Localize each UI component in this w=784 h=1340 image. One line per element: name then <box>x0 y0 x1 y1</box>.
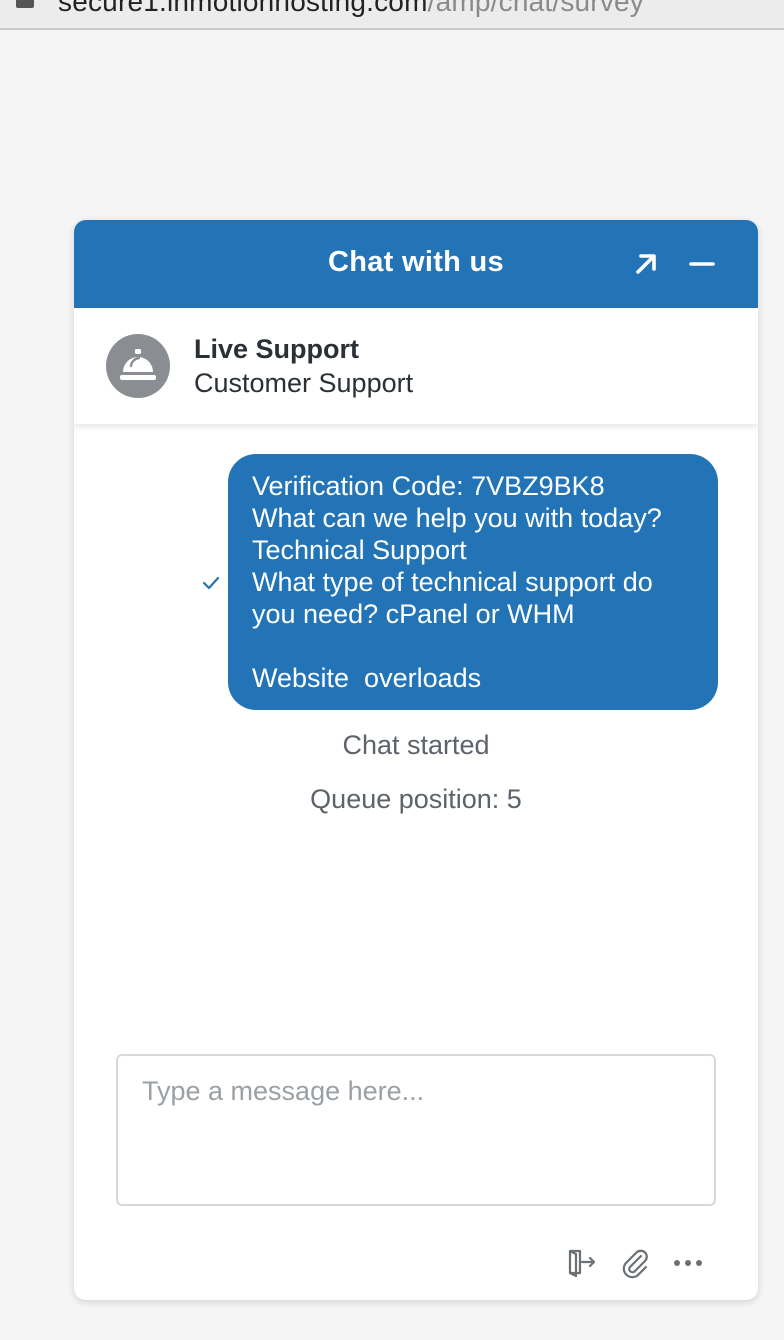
message-line: Technical Support <box>252 535 467 565</box>
url-domain: secure1.inmotionhosting.com <box>58 0 428 17</box>
popout-button[interactable] <box>630 248 662 280</box>
checkmark-icon <box>202 576 220 590</box>
message-line: Website overloads <box>252 663 482 693</box>
minus-icon <box>689 262 715 266</box>
attach-file-button[interactable] <box>616 1244 652 1280</box>
queue-position-notice: Queue position: 5 <box>310 784 522 814</box>
address-url[interactable]: secure1.inmotionhosting.com/amp/chat/sur… <box>58 0 644 18</box>
url-path: /amp/chat/survey <box>427 0 644 17</box>
message-composer[interactable] <box>116 1054 716 1206</box>
end-chat-button[interactable] <box>562 1244 598 1280</box>
chat-started-notice: Chat started <box>342 730 490 760</box>
more-options-button[interactable] <box>670 1244 706 1280</box>
chat-header: Chat with us <box>74 220 758 308</box>
more-dots-icon <box>674 1260 702 1266</box>
minimize-button[interactable] <box>686 248 718 280</box>
message-line <box>252 630 696 662</box>
agent-name: Live Support <box>194 334 360 364</box>
paperclip-icon <box>622 1249 648 1279</box>
message-line: Verification Code: 7VBZ9BK8 <box>252 471 605 501</box>
visitor-message-bubble: Verification Code: 7VBZ9BK8 What can we … <box>228 454 718 710</box>
avatar <box>106 334 170 398</box>
message-line: What type of technical support do <box>252 567 653 597</box>
arrow-up-right-icon <box>636 254 656 274</box>
message-line: you need? cPanel or WHM <box>252 599 575 629</box>
browser-address-bar[interactable]: secure1.inmotionhosting.com/amp/chat/sur… <box>0 0 784 30</box>
agent-info: Live Support Customer Support <box>74 308 758 424</box>
message-line: What can we help you with today? <box>252 503 662 533</box>
exit-door-icon <box>568 1249 596 1278</box>
message-input[interactable] <box>118 1056 714 1204</box>
agent-department: Customer Support <box>194 368 414 398</box>
service-bell-icon <box>120 349 156 380</box>
chat-widget: Chat with us Live Support Customer Suppo… <box>74 220 758 1300</box>
lock-icon <box>16 0 34 8</box>
